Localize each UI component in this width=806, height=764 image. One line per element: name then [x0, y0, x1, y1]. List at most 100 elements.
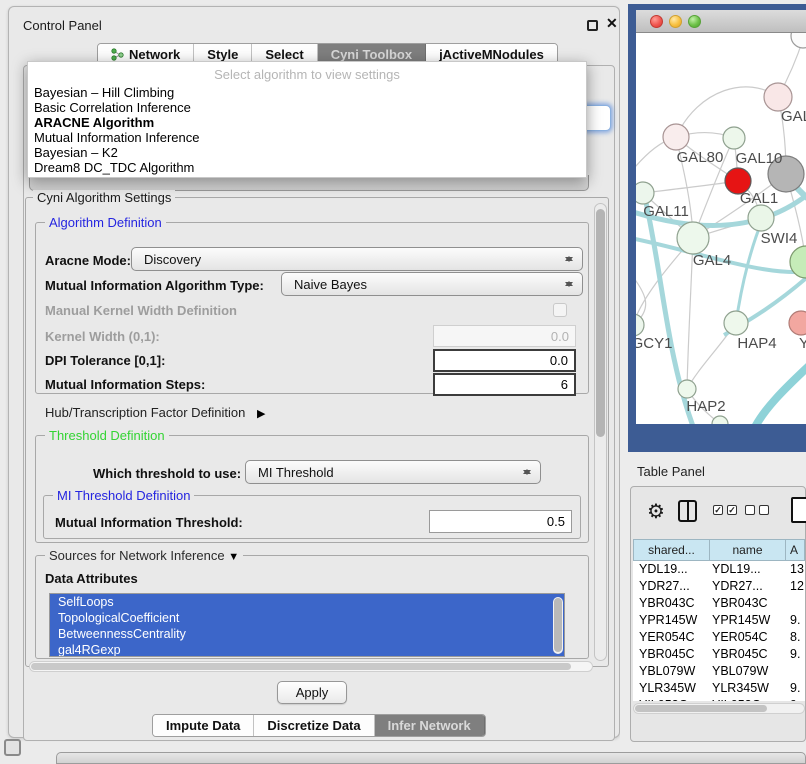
zoom-traffic-light[interactable]	[688, 15, 701, 28]
node-partial-bottom[interactable]	[712, 416, 728, 424]
table-body: YDL19... YDL19... 13 YDR27... YDR27... 1…	[633, 561, 805, 701]
mi-steps-field[interactable]: 6	[433, 373, 576, 396]
kernel-width-label: Kernel Width (0,1):	[45, 329, 160, 344]
hub-definition-toggle[interactable]: Hub/Transcription Factor Definition ▶	[45, 405, 265, 420]
close-traffic-light[interactable]	[650, 15, 663, 28]
unchecked-checkbox-icon[interactable]	[745, 505, 755, 515]
table-panel: ⚙ ✓ ✓ shared... name A YDL19... YDL19...…	[630, 486, 806, 742]
checked-checkbox-icon[interactable]: ✓	[727, 505, 737, 515]
checked-checkbox-icon[interactable]: ✓	[713, 505, 723, 515]
dropdown-item[interactable]: Basic Correlation Inference	[32, 100, 582, 115]
network-canvas[interactable]: GAL80 GAL10 GAL1 GAL11 SWI4 GAL4 GCY1 HA…	[636, 33, 806, 424]
network-icon	[111, 48, 124, 61]
aracne-mode-label: Aracne Mode:	[45, 253, 131, 268]
tab-infer-network[interactable]: Infer Network	[375, 715, 485, 736]
control-panel-title: Control Panel	[23, 18, 102, 33]
tab-impute-data[interactable]: Impute Data	[153, 715, 254, 736]
node-salmon[interactable]	[789, 311, 806, 335]
document-icon[interactable]	[791, 497, 806, 523]
node-hap2[interactable]	[678, 380, 696, 398]
control-panel-window: Control Panel ✕ Network Style Select Cyn…	[8, 6, 620, 738]
table-row[interactable]: YLR345W YLR345W 9.	[633, 680, 805, 697]
algorithm-definition-title: Algorithm Definition	[45, 215, 166, 230]
table-row[interactable]: YDL19... YDL19... 13	[633, 561, 805, 578]
label-y-partial: Y	[799, 335, 806, 352]
tab-discretize-data[interactable]: Discretize Data	[254, 715, 374, 736]
node-gal10[interactable]	[723, 127, 745, 149]
columns-icon[interactable]	[678, 500, 697, 522]
table-header-row: shared... name A	[633, 539, 805, 561]
label-gal-partial: GAL	[781, 108, 806, 125]
column-header-shared-name[interactable]: shared...	[633, 539, 710, 561]
sources-group-title[interactable]: Sources for Network Inference ▼	[45, 548, 243, 563]
mi-threshold-group-title: MI Threshold Definition	[53, 488, 194, 503]
node-gal4[interactable]	[677, 222, 709, 254]
network-graph: GAL80 GAL10 GAL1 GAL11 SWI4 GAL4 GCY1 HA…	[636, 33, 806, 424]
aracne-mode-select[interactable]: Discovery	[131, 247, 583, 271]
list-item-selected[interactable]: gal4RGexp	[50, 642, 564, 657]
list-item-selected[interactable]: BetweennessCentrality	[50, 626, 564, 642]
minimize-traffic-light[interactable]	[669, 15, 682, 28]
listbox-scrollbar[interactable]	[553, 597, 563, 654]
manual-kernel-checkbox[interactable]	[553, 303, 567, 317]
mi-steps-label: Mutual Information Steps:	[45, 377, 205, 392]
threshold-definition-title: Threshold Definition	[45, 428, 169, 443]
data-attributes-listbox[interactable]: SelfLoops TopologicalCoefficient Between…	[49, 593, 565, 657]
stepper-icon	[564, 277, 573, 291]
label-hap2: HAP2	[686, 398, 725, 415]
floating-panel-icon[interactable]	[4, 739, 21, 756]
dropdown-item[interactable]: Dream8 DC_TDC Algorithm	[32, 160, 582, 175]
node-gal80[interactable]	[663, 124, 689, 150]
settings-vertical-scrollbar[interactable]	[594, 203, 607, 661]
dropdown-item[interactable]: Bayesian – Hill Climbing	[32, 85, 582, 100]
kernel-width-field[interactable]: 0.0	[433, 325, 576, 347]
node-gcy1[interactable]	[636, 314, 644, 336]
node-partial-top[interactable]	[791, 33, 806, 48]
data-attributes-label: Data Attributes	[45, 571, 138, 586]
apply-button[interactable]: Apply	[277, 681, 347, 704]
dropdown-item[interactable]: Bayesian – K2	[32, 145, 582, 160]
table-row[interactable]: YPR145W YPR145W 9.	[633, 612, 805, 629]
table-row[interactable]: YBL079W YBL079W	[633, 663, 805, 680]
float-window-icon[interactable]	[587, 20, 598, 31]
node-gal11[interactable]	[636, 182, 654, 204]
label-hap4: HAP4	[737, 335, 776, 352]
dpi-tolerance-field[interactable]: 0.0	[433, 349, 576, 372]
column-header-name[interactable]: name	[710, 539, 786, 561]
mi-threshold-label: Mutual Information Threshold:	[55, 515, 243, 530]
gear-icon[interactable]: ⚙	[647, 499, 665, 525]
table-row[interactable]: YIL052C YIL052C 9.	[633, 697, 805, 701]
node-gal1[interactable]	[748, 205, 774, 231]
stepper-icon	[522, 465, 531, 479]
unchecked-checkbox-icon[interactable]	[759, 505, 769, 515]
table-row[interactable]: YER054C YER054C 8.	[633, 629, 805, 646]
mi-type-select[interactable]: Naive Bayes	[281, 272, 583, 296]
label-swi4: SWI4	[761, 230, 798, 247]
table-row[interactable]: YBR045C YBR045C 9.	[633, 646, 805, 663]
label-gal11: GAL11	[643, 203, 689, 220]
manual-kernel-label: Manual Kernel Width Definition	[45, 303, 237, 318]
bottom-panel-fragment	[56, 752, 806, 764]
node-gal-partial[interactable]	[764, 83, 792, 111]
table-row[interactable]: YDR27... YDR27... 12	[633, 578, 805, 595]
network-window-titlebar[interactable]	[636, 10, 806, 33]
dpi-tolerance-label: DPI Tolerance [0,1]:	[45, 353, 165, 368]
dropdown-placeholder: Select algorithm to view settings	[28, 67, 586, 82]
table-row[interactable]: YBR043C YBR043C	[633, 595, 805, 612]
list-item-selected[interactable]: TopologicalCoefficient	[50, 610, 564, 626]
mi-type-label: Mutual Information Algorithm Type:	[45, 278, 264, 293]
settings-horizontal-scrollbar[interactable]	[29, 661, 593, 672]
column-header-partial[interactable]: A	[786, 539, 805, 561]
dropdown-item[interactable]: Mutual Information Inference	[32, 130, 582, 145]
settings-group-title: Cyni Algorithm Settings	[33, 190, 175, 205]
dropdown-item-aracne[interactable]: ARACNE Algorithm	[32, 115, 582, 130]
which-threshold-select[interactable]: MI Threshold	[245, 460, 541, 484]
network-view-window[interactable]: GAL80 GAL10 GAL1 GAL11 SWI4 GAL4 GCY1 HA…	[628, 4, 806, 452]
label-gal80: GAL80	[677, 149, 724, 166]
mi-threshold-field[interactable]: 0.5	[429, 510, 572, 533]
list-item-selected[interactable]: SelfLoops	[50, 594, 564, 610]
close-icon[interactable]: ✕	[606, 15, 618, 32]
node-hap4[interactable]	[724, 311, 748, 335]
table-horizontal-scrollbar[interactable]	[633, 703, 805, 714]
collapse-down-icon: ▼	[228, 551, 239, 563]
